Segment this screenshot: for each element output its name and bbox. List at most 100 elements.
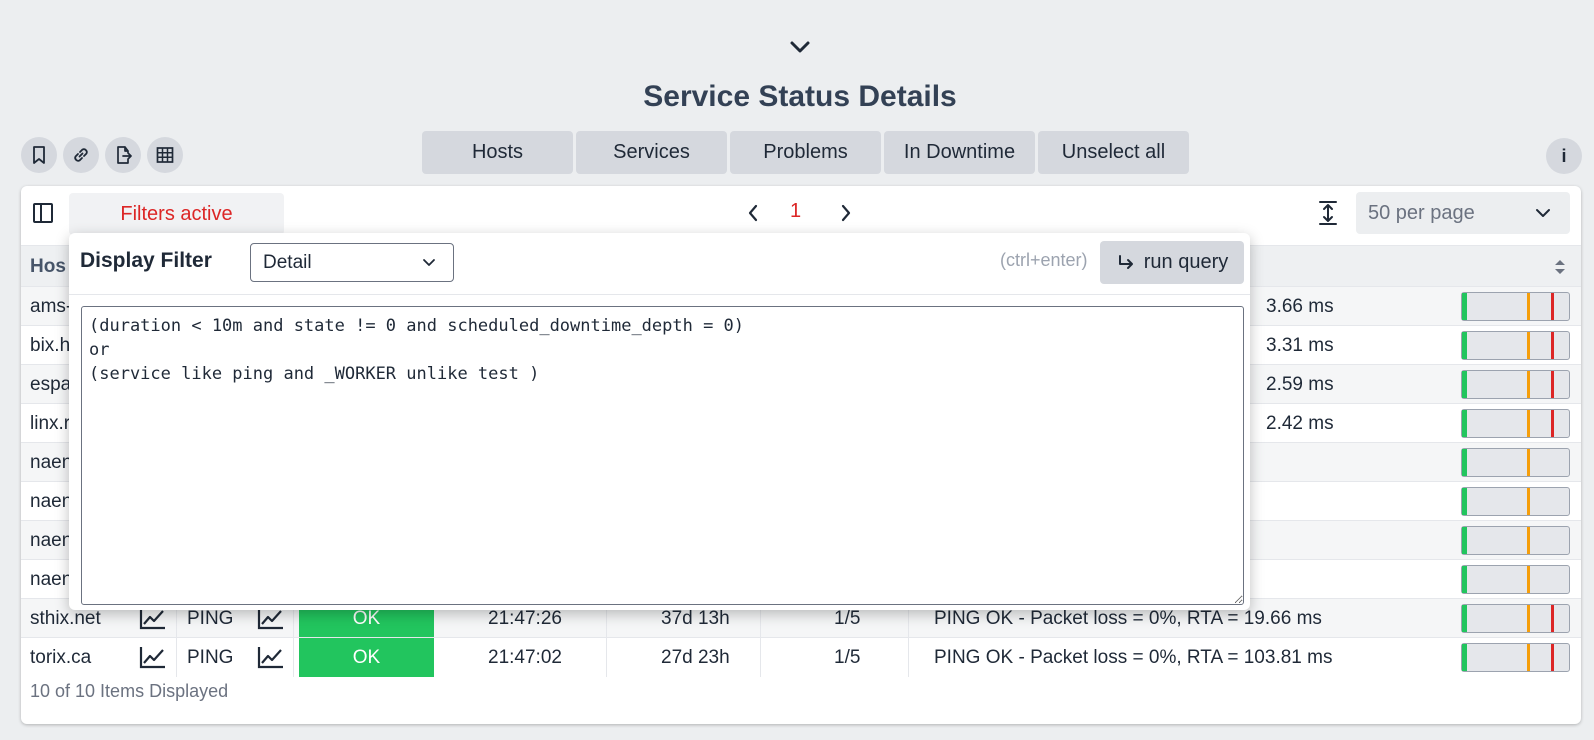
status-output: PING OK - Packet loss = 0%, RTA = 103.81… — [934, 647, 1333, 668]
perf-warning-marker — [1527, 449, 1530, 476]
status-badge: OK — [299, 638, 434, 677]
perf-warning-marker — [1527, 488, 1530, 515]
perfdata-bar — [1461, 526, 1570, 555]
status-output: 3.31 ms — [1266, 335, 1334, 356]
host-name[interactable]: naen — [30, 452, 72, 474]
filter-mode-value: Detail — [263, 251, 312, 273]
perfdata-bar — [1461, 409, 1570, 438]
shortcut-hint: (ctrl+enter) — [1000, 250, 1088, 270]
chevron-down-icon — [1536, 209, 1550, 217]
chevron-down-icon[interactable] — [789, 38, 811, 56]
unselect-all-button[interactable]: Unselect all — [1038, 131, 1189, 174]
info-button[interactable]: i — [1546, 138, 1582, 174]
table-icon — [156, 147, 174, 163]
columns-button[interactable] — [147, 137, 183, 173]
service-graph-icon[interactable] — [257, 645, 285, 669]
run-query-label: run query — [1143, 251, 1229, 273]
perf-ok-marker — [1462, 332, 1467, 359]
host-name[interactable]: torix.ca — [30, 647, 91, 669]
host-name[interactable]: naen — [30, 491, 72, 513]
status-output: 2.42 ms — [1266, 413, 1334, 434]
perf-warning-marker — [1527, 371, 1530, 398]
return-arrow-icon — [1118, 254, 1133, 269]
permalink-button[interactable] — [63, 137, 99, 173]
host-name[interactable]: linx.r — [30, 413, 70, 435]
filter-query-textarea[interactable]: (duration < 10m and state != 0 and sched… — [81, 306, 1244, 605]
host-name[interactable]: naen — [30, 569, 72, 591]
chevron-down-icon — [423, 259, 435, 266]
attempt: 1/5 — [834, 608, 861, 629]
run-query-button[interactable]: run query — [1100, 241, 1244, 284]
duration: 37d 13h — [661, 608, 730, 629]
chevron-right-icon[interactable] — [838, 203, 854, 223]
hosts-button[interactable]: Hosts — [422, 131, 573, 174]
perf-ok-marker — [1462, 605, 1467, 632]
link-icon — [74, 148, 88, 162]
perf-ok-marker — [1462, 566, 1467, 593]
filter-mode-select[interactable]: Detail — [250, 243, 454, 282]
perf-warning-marker — [1527, 293, 1530, 320]
page-title: Service Status Details — [643, 80, 957, 113]
perfdata-bar — [1461, 292, 1570, 321]
perf-warning-marker — [1527, 644, 1530, 671]
host-name[interactable]: naen — [30, 530, 72, 552]
last-check: 21:47:26 — [488, 608, 562, 629]
host-name[interactable]: bix.h — [30, 335, 70, 357]
service-name[interactable]: PING — [187, 647, 233, 669]
perfdata-bar — [1461, 448, 1570, 477]
perf-ok-marker — [1462, 488, 1467, 515]
attempt: 1/5 — [834, 647, 861, 668]
export-button[interactable] — [105, 137, 141, 173]
perf-critical-marker — [1551, 371, 1554, 398]
perf-ok-marker — [1462, 371, 1467, 398]
per-page-select[interactable]: 50 per page — [1356, 192, 1570, 234]
perf-ok-marker — [1462, 410, 1467, 437]
perf-ok-marker — [1462, 293, 1467, 320]
perfdata-bar — [1461, 643, 1570, 672]
host-name[interactable]: ams- — [30, 296, 72, 318]
services-button[interactable]: Services — [576, 131, 727, 174]
filter-title: Display Filter — [80, 249, 212, 272]
perfdata-bar — [1461, 487, 1570, 516]
filters-active-tab[interactable]: Filters active — [69, 193, 284, 235]
popup-divider — [69, 294, 1250, 295]
perf-warning-marker — [1527, 605, 1530, 632]
current-page[interactable]: 1 — [790, 200, 801, 223]
host-name[interactable]: sthix.net — [30, 608, 101, 630]
perf-critical-marker — [1551, 410, 1554, 437]
perf-warning-marker — [1527, 566, 1530, 593]
perf-warning-marker — [1527, 332, 1530, 359]
items-count: 10 of 10 Items Displayed — [30, 681, 229, 701]
chevron-left-icon[interactable] — [745, 203, 761, 223]
sidebar-toggle-icon[interactable] — [32, 202, 54, 224]
host-graph-icon[interactable] — [139, 645, 167, 669]
perf-critical-marker — [1551, 605, 1554, 632]
per-page-value: 50 per page — [1368, 201, 1475, 224]
problems-button[interactable]: Problems — [730, 131, 881, 174]
fit-height-icon[interactable] — [1317, 200, 1339, 226]
perfdata-bar — [1461, 370, 1570, 399]
status-output: PING OK - Packet loss = 0%, RTA = 19.66 … — [934, 608, 1322, 629]
sort-icon[interactable] — [1553, 257, 1567, 277]
service-name[interactable]: PING — [187, 608, 233, 630]
bookmark-icon — [33, 146, 45, 164]
last-check: 21:47:02 — [488, 647, 562, 668]
bookmark-button[interactable] — [21, 137, 57, 173]
perf-ok-marker — [1462, 644, 1467, 671]
perf-warning-marker — [1527, 527, 1530, 554]
status-output: 2.59 ms — [1266, 374, 1334, 395]
table-row[interactable]: torix.ca PING OK 21:47:02 27d 23h 1/5 PING OK … — [21, 637, 1581, 677]
host-name[interactable]: espa — [30, 374, 71, 396]
status-output: 3.66 ms — [1266, 296, 1334, 317]
perfdata-bar — [1461, 565, 1570, 594]
perfdata-bar — [1461, 604, 1570, 633]
duration: 27d 23h — [661, 647, 730, 668]
column-header-host[interactable]: Hos — [30, 256, 66, 278]
perfdata-bar — [1461, 331, 1570, 360]
in-downtime-button[interactable]: In Downtime — [884, 131, 1035, 174]
perf-critical-marker — [1551, 293, 1554, 320]
export-icon — [117, 146, 132, 164]
perf-ok-marker — [1462, 449, 1467, 476]
perf-critical-marker — [1551, 332, 1554, 359]
perf-critical-marker — [1551, 644, 1554, 671]
